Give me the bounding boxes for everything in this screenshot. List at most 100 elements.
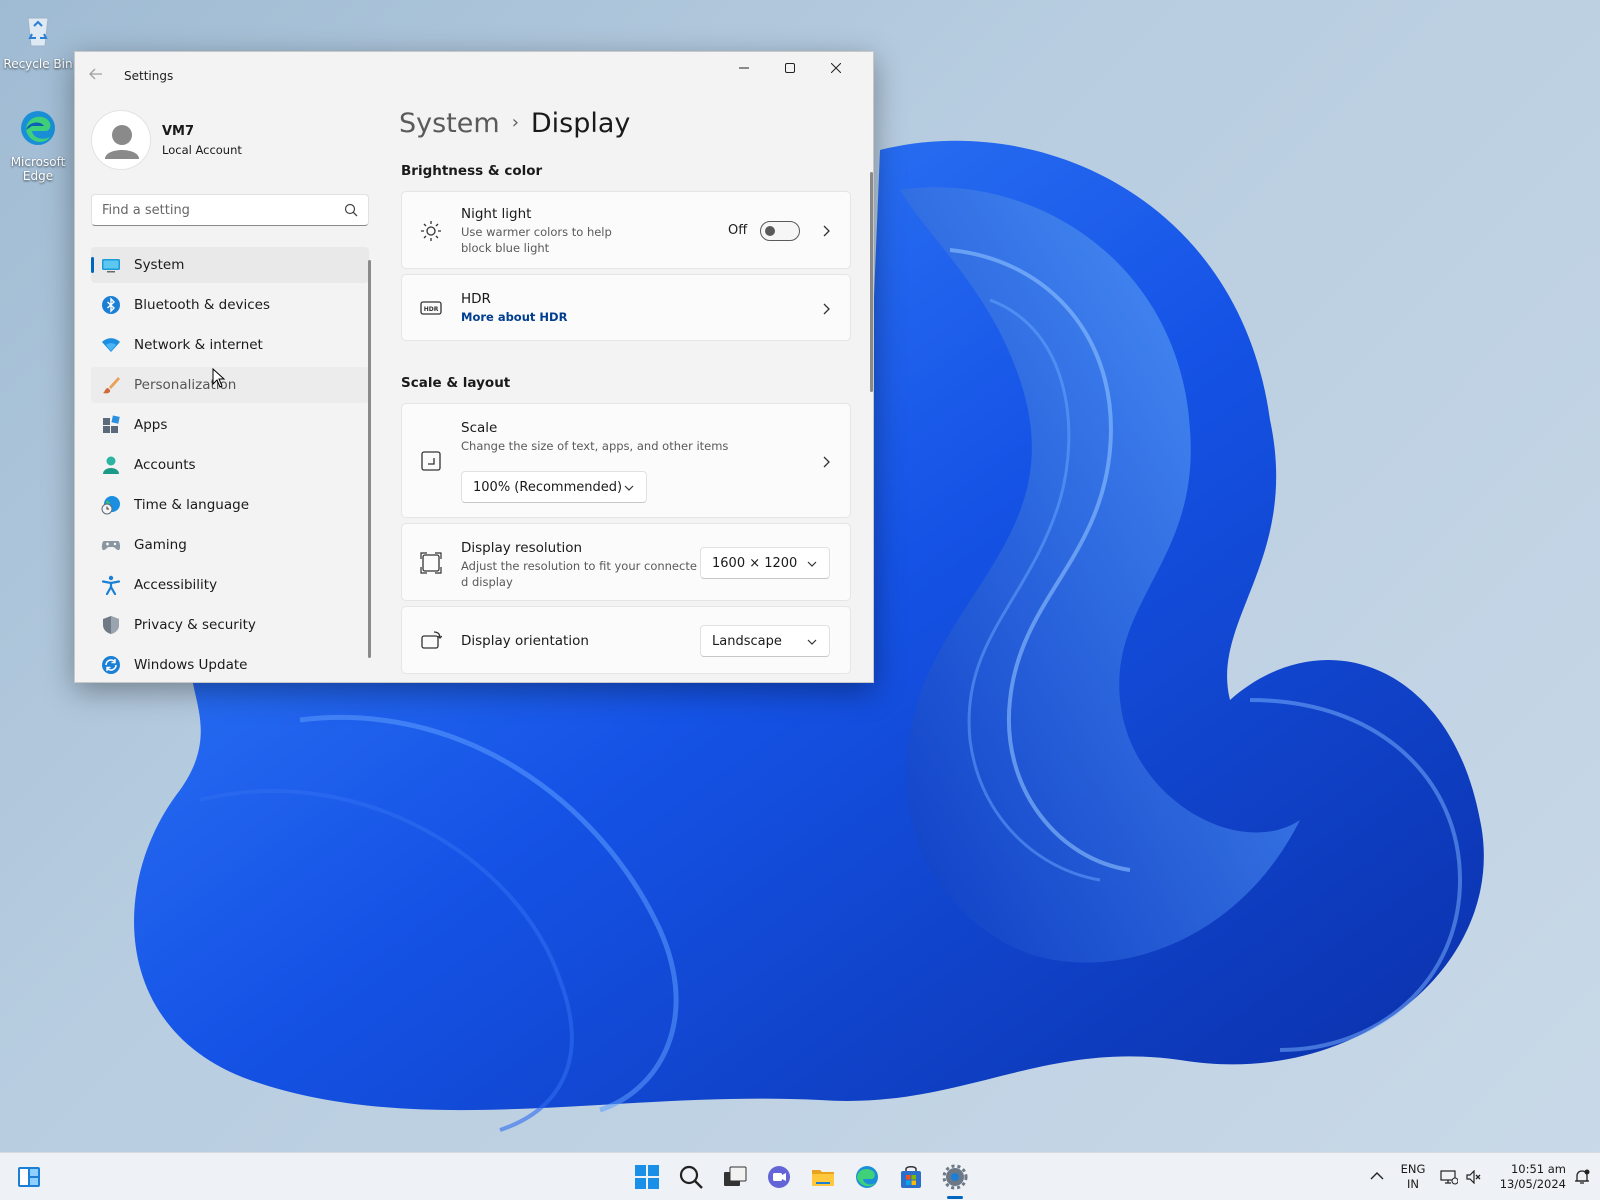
chevron-right-icon[interactable]: [820, 303, 832, 315]
close-button[interactable]: [813, 52, 859, 84]
profile-name: VM7: [162, 124, 195, 139]
night-light-title: Night light: [461, 206, 532, 222]
active-app-indicator: [947, 1196, 963, 1199]
scale-card[interactable]: Scale Change the size of text, apps, and…: [401, 403, 851, 518]
accounts-icon: [103, 456, 119, 474]
subtitle-line: block blue light: [461, 241, 550, 255]
settings-window: Settings VM7 Local Account System: [74, 51, 874, 683]
user-profile[interactable]: VM7 Local Account: [91, 110, 361, 170]
breadcrumb: System › Display: [399, 108, 630, 139]
search-icon[interactable]: [344, 203, 358, 217]
avatar: [91, 110, 151, 170]
mouse-cursor-icon: [212, 368, 226, 388]
scale-dropdown[interactable]: 100% (Recommended): [461, 471, 647, 503]
breadcrumb-separator: ›: [511, 112, 519, 133]
sidebar-item-label: Privacy & security: [134, 617, 256, 633]
content-scrollbar[interactable]: [870, 172, 873, 392]
subtitle-line: Adjust the resolution to fit your connec…: [461, 559, 697, 573]
title-bar: Settings: [75, 52, 873, 100]
sidebar-item-label: Accounts: [134, 457, 196, 473]
taskbar: ENG IN 10:51 am 13/05/2024: [0, 1152, 1600, 1200]
sidebar-item-label: Accessibility: [134, 577, 218, 593]
orientation-value: Landscape: [712, 634, 782, 649]
hdr-card[interactable]: HDR HDR More about HDR: [401, 274, 851, 341]
chevron-up-icon[interactable]: [1370, 1171, 1384, 1181]
maximize-button[interactable]: [767, 52, 813, 84]
language-indicator[interactable]: ENG IN: [1398, 1162, 1428, 1192]
sidebar-item-apps[interactable]: Apps: [91, 407, 369, 443]
sidebar-item-time-language[interactable]: Time & language: [91, 487, 369, 523]
nav-scrollbar[interactable]: [368, 260, 371, 658]
gamepad-icon: [101, 541, 121, 551]
page-title: Display: [530, 108, 631, 139]
sidebar-item-bluetooth[interactable]: Bluetooth & devices: [91, 287, 369, 323]
resolution-icon: [420, 552, 442, 574]
desktop-icon-recycle-bin[interactable]: Recycle Bin: [0, 10, 76, 71]
search-input[interactable]: [102, 195, 332, 225]
sidebar-item-label: Network & internet: [134, 337, 263, 353]
toggle-knob: [765, 226, 775, 236]
sidebar-item-network[interactable]: Network & internet: [91, 327, 369, 363]
orientation-title: Display orientation: [461, 633, 589, 649]
task-view-icon[interactable]: [722, 1164, 748, 1190]
orientation-dropdown[interactable]: Landscape: [700, 625, 830, 657]
sidebar-item-gaming[interactable]: Gaming: [91, 527, 369, 563]
brightness-icon: [421, 221, 441, 241]
resolution-dropdown[interactable]: 1600 × 1200: [700, 547, 830, 579]
desktop-icon-label: Microsoft Edge: [10, 155, 66, 183]
edge-icon: [21, 111, 55, 145]
wifi-icon: [102, 338, 120, 352]
sidebar-item-personalization[interactable]: Personalization: [91, 367, 369, 403]
window-title: Settings: [124, 69, 174, 83]
store-icon[interactable]: [898, 1164, 924, 1190]
widgets-icon[interactable]: [16, 1164, 42, 1190]
settings-nav: System Bluetooth & devices Network & int…: [91, 247, 369, 682]
sidebar-item-windows-update[interactable]: Windows Update: [91, 647, 369, 682]
chat-icon[interactable]: [766, 1164, 792, 1190]
chevron-down-icon: [807, 639, 817, 645]
svg-text:HDR: HDR: [424, 306, 439, 313]
chevron-right-icon[interactable]: [820, 225, 832, 237]
section-scale-layout: Scale & layout: [401, 375, 511, 391]
subtitle-line: d display: [461, 575, 513, 589]
sidebar-item-label: System: [134, 257, 185, 273]
subtitle-line: Use warmer colors to help: [461, 225, 612, 239]
display-resolution-card: Display resolution Adjust the resolution…: [401, 523, 851, 601]
shield-icon: [103, 616, 119, 634]
volume-muted-icon[interactable]: [1466, 1170, 1482, 1184]
user-icon: [105, 125, 139, 159]
back-arrow-icon: [89, 68, 102, 80]
maximize-icon: [785, 63, 795, 73]
scale-value: 100% (Recommended): [473, 480, 623, 495]
night-light-toggle[interactable]: [760, 221, 800, 241]
notification-bell-icon[interactable]: [1574, 1169, 1590, 1185]
network-icon[interactable]: [1440, 1169, 1458, 1185]
back-button[interactable]: [89, 66, 109, 86]
section-brightness-color: Brightness & color: [401, 163, 543, 179]
minimize-button[interactable]: [721, 52, 767, 84]
sidebar-item-accounts[interactable]: Accounts: [91, 447, 369, 483]
desktop-icon-edge[interactable]: Microsoft Edge: [0, 108, 76, 183]
clock[interactable]: 10:51 am 13/05/2024: [1492, 1162, 1566, 1192]
search-icon[interactable]: [678, 1164, 704, 1190]
file-explorer-icon[interactable]: [810, 1164, 836, 1190]
night-light-subtitle: Use warmer colors to help block blue lig…: [461, 224, 612, 256]
language-code: ENG: [1400, 1162, 1426, 1176]
resolution-subtitle: Adjust the resolution to fit your connec…: [461, 558, 697, 590]
edge-icon[interactable]: [854, 1164, 880, 1190]
settings-icon[interactable]: [942, 1164, 968, 1190]
sidebar-item-privacy-security[interactable]: Privacy & security: [91, 607, 369, 643]
scale-subtitle: Change the size of text, apps, and other…: [461, 439, 729, 453]
sidebar-item-accessibility[interactable]: Accessibility: [91, 567, 369, 603]
night-light-card[interactable]: Night light Use warmer colors to help bl…: [401, 191, 851, 269]
sidebar-item-label: Gaming: [134, 537, 187, 553]
start-icon[interactable]: [634, 1164, 660, 1190]
close-icon: [831, 63, 841, 73]
clock-date: 13/05/2024: [1499, 1177, 1566, 1191]
hdr-learn-more-link[interactable]: More about HDR: [461, 310, 567, 324]
breadcrumb-parent[interactable]: System: [399, 108, 500, 139]
sidebar-item-label: Bluetooth & devices: [134, 297, 271, 313]
update-icon: [102, 656, 120, 674]
chevron-right-icon[interactable]: [820, 456, 832, 468]
sidebar-item-system[interactable]: System: [91, 247, 369, 283]
